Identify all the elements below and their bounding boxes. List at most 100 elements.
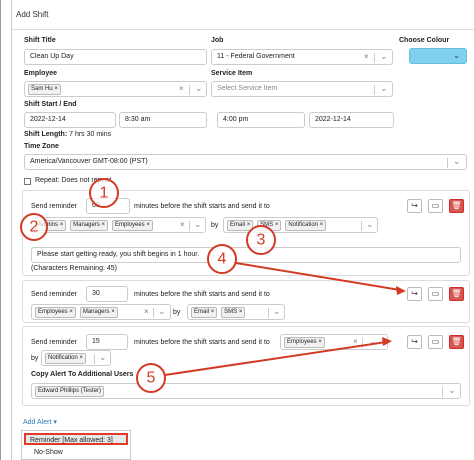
- trash-icon[interactable]: 🗑: [449, 287, 464, 301]
- job-value: 11 - Federal Government: [217, 53, 295, 60]
- copy-alert-label: Copy Alert To Additional Users: [31, 371, 134, 378]
- user-tag: Edward Phillips (Tester): [35, 386, 105, 397]
- end-time-input[interactable]: 4:00 pm: [217, 112, 305, 128]
- trash-icon[interactable]: 🗑: [449, 335, 464, 349]
- reminder-3-prefix: Send reminder: [31, 339, 77, 346]
- channels-chevron-down-icon[interactable]: ⌄: [366, 219, 374, 230]
- start-date-input[interactable]: 2022-12-14: [24, 112, 116, 128]
- colour-chevron-down-icon: ⌄: [453, 51, 460, 60]
- comment-icon[interactable]: ▭: [428, 335, 443, 349]
- add-shift-dialog: Add Shift Shift Title Clean Up Day Job 1…: [11, 0, 474, 460]
- reminder-3-channels-select[interactable]: Notification × ⌄: [41, 350, 111, 366]
- employee-label: Employee: [24, 70, 58, 77]
- comment-icon[interactable]: ▭: [428, 287, 443, 301]
- reminder-1-chars-remaining: (Characters Remaining: 45): [31, 265, 117, 272]
- reminder-1-prefix: Send reminder: [31, 203, 77, 210]
- job-clear-icon[interactable]: ×: [364, 52, 369, 61]
- recipients-separator: [153, 308, 154, 318]
- remove-icon[interactable]: ×: [54, 86, 58, 92]
- start-time-input[interactable]: 8:30 am: [119, 112, 207, 128]
- recipient-tag: Managers ×: [79, 307, 118, 318]
- reminder-section-3: Send reminder 15 minutes before the shif…: [22, 326, 470, 406]
- channel-tag: SMS ×: [221, 307, 246, 318]
- colour-label: Choose Colour: [399, 37, 450, 44]
- recipients-separator: [362, 338, 363, 348]
- dialog-title: Add Shift: [16, 10, 49, 19]
- channels-separator: [361, 221, 362, 231]
- employee-select[interactable]: Sam Hu × × ⌄: [24, 81, 207, 97]
- recipients-clear-icon[interactable]: ×: [144, 307, 149, 316]
- shift-title-label: Shift Title: [24, 37, 56, 44]
- channels-chevron-down-icon[interactable]: ⌄: [99, 352, 107, 363]
- reminder-2-recipients-select[interactable]: Employees × Managers × × ⌄: [31, 304, 171, 320]
- reminder-1-recipients-select[interactable]: Admins × Managers × Employees × × ⌄: [31, 217, 206, 233]
- channels-chevron-down-icon[interactable]: ⌄: [273, 306, 281, 317]
- recipient-tag: Admins ×: [35, 220, 67, 231]
- remove-icon[interactable]: ×: [318, 339, 322, 345]
- recipients-chevron-down-icon[interactable]: ⌄: [369, 336, 377, 347]
- channel-tag: Email ×: [227, 220, 254, 231]
- reminder-1-channels-select[interactable]: Email × SMS × Notification × ⌄: [223, 217, 378, 233]
- reminder-2-suffix: minutes before the shift starts and send…: [134, 291, 270, 298]
- reminder-3-minutes-input[interactable]: 15: [86, 334, 128, 350]
- job-separator: [374, 53, 375, 63]
- reminder-2-by: by: [173, 309, 181, 316]
- remove-icon[interactable]: ×: [146, 222, 150, 228]
- time-zone-label: Time Zone: [24, 143, 59, 150]
- recipients-clear-icon[interactable]: ×: [180, 220, 185, 229]
- recipients-chevron-down-icon[interactable]: ⌄: [158, 306, 166, 317]
- colour-picker[interactable]: ⌄: [409, 48, 467, 64]
- job-label: Job: [211, 37, 224, 44]
- end-date-input[interactable]: 2022-12-14: [309, 112, 394, 128]
- remove-icon[interactable]: ×: [69, 309, 73, 315]
- comment-icon[interactable]: ▭: [428, 199, 443, 213]
- job-chevron-down-icon[interactable]: ⌄: [380, 51, 388, 62]
- employee-clear-icon[interactable]: ×: [179, 84, 184, 93]
- copy-alert-chevron-down-icon[interactable]: ⌄: [448, 385, 456, 396]
- reminder-1-message-input[interactable]: Please start getting ready, you shift be…: [31, 247, 461, 263]
- share-icon[interactable]: ↪: [407, 199, 422, 213]
- time-zone-value: America/Vancouver GMT-08:00 (PST): [30, 158, 148, 165]
- recipients-separator: [189, 221, 190, 231]
- service-item-select[interactable]: Select Service Item ⌄: [211, 81, 393, 97]
- copy-alert-users-select[interactable]: Edward Phillips (Tester) ⌄: [31, 383, 461, 399]
- remove-icon[interactable]: ×: [320, 222, 324, 228]
- service-item-chevron-down-icon[interactable]: ⌄: [380, 83, 388, 94]
- shift-title-input[interactable]: Clean Up Day: [24, 49, 207, 65]
- menu-item-no-show[interactable]: No-Show: [34, 449, 63, 456]
- remove-icon[interactable]: ×: [247, 222, 251, 228]
- remove-icon[interactable]: ×: [111, 309, 115, 315]
- remove-icon[interactable]: ×: [211, 309, 215, 315]
- recipient-tag: Employees ×: [111, 220, 153, 231]
- channel-tag: Email ×: [191, 307, 218, 318]
- menu-item-reminder[interactable]: Reminder [Max allowed: 3]: [24, 433, 128, 445]
- service-item-separator: [374, 85, 375, 95]
- employee-separator: [189, 85, 190, 95]
- time-zone-chevron-down-icon[interactable]: ⌄: [453, 156, 461, 167]
- reminder-section-2: Send reminder 30 minutes before the shif…: [22, 280, 470, 323]
- add-alert-link[interactable]: Add Alert ▾: [23, 418, 57, 426]
- time-zone-select[interactable]: America/Vancouver GMT-08:00 (PST) ⌄: [24, 154, 467, 170]
- dialog-titlebar: Add Shift: [12, 0, 474, 30]
- recipients-clear-icon[interactable]: ×: [353, 337, 358, 346]
- job-select[interactable]: 11 - Federal Government × ⌄: [211, 49, 393, 65]
- share-icon[interactable]: ↪: [407, 335, 422, 349]
- employee-chevron-down-icon[interactable]: ⌄: [195, 83, 203, 94]
- remove-icon[interactable]: ×: [79, 355, 83, 361]
- reminder-3-recipients-select[interactable]: Employees × × ⌄: [280, 334, 388, 350]
- trash-icon[interactable]: 🗑: [449, 199, 464, 213]
- reminder-1-by: by: [211, 222, 219, 229]
- reminder-1-minutes-input[interactable]: 60: [86, 198, 130, 214]
- shift-start-end-label: Shift Start / End: [24, 101, 77, 108]
- service-item-placeholder: Select Service Item: [217, 85, 278, 92]
- recipients-chevron-down-icon[interactable]: ⌄: [194, 219, 202, 230]
- reminder-2-minutes-input[interactable]: 30: [86, 286, 128, 302]
- channel-tag: Notification ×: [45, 353, 86, 364]
- share-icon[interactable]: ↪: [407, 287, 422, 301]
- remove-icon[interactable]: ×: [102, 222, 106, 228]
- reminder-2-channels-select[interactable]: Email × SMS × ⌄: [187, 304, 285, 320]
- remove-icon[interactable]: ×: [275, 222, 279, 228]
- remove-icon[interactable]: ×: [239, 309, 243, 315]
- repeat-checkbox[interactable]: [24, 178, 31, 185]
- remove-icon[interactable]: ×: [60, 222, 64, 228]
